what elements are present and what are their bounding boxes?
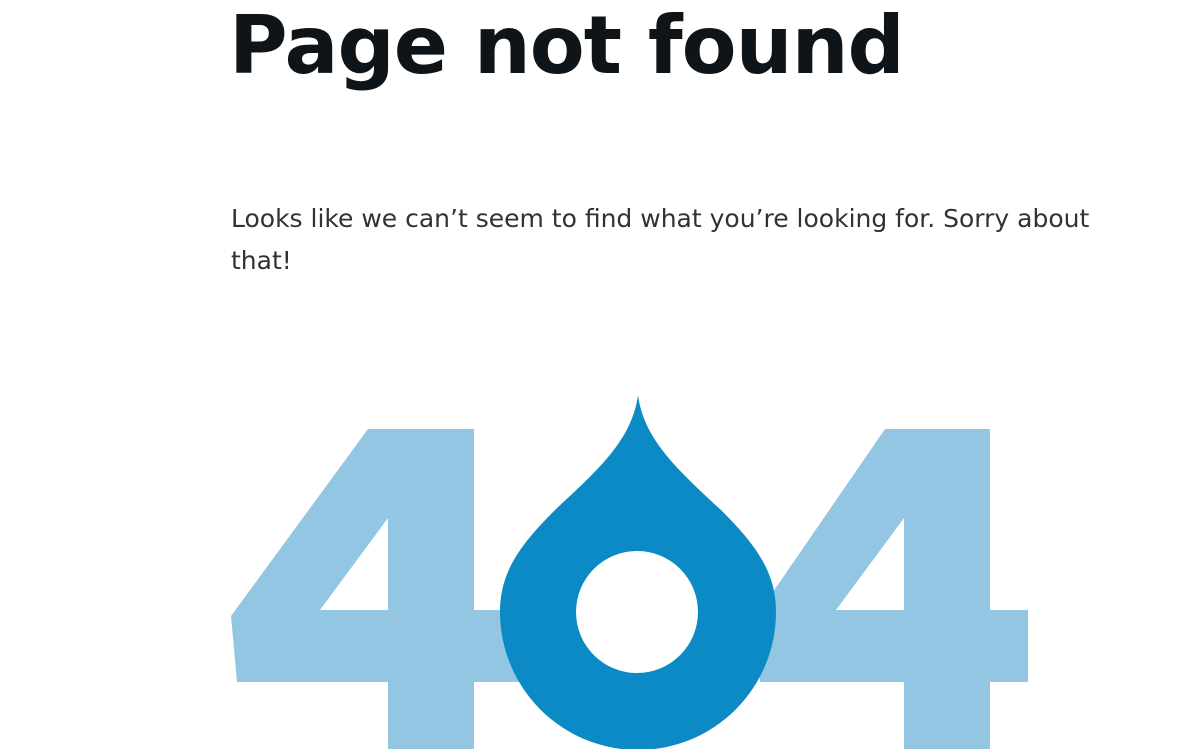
- page-title: Page not found: [229, 0, 905, 92]
- digit-four-left: [231, 429, 525, 749]
- error-page: Page not found Looks like we can’t seem …: [0, 0, 1180, 749]
- error-message: Looks like we can’t seem to find what yo…: [231, 204, 1090, 275]
- digit-four-right: [755, 429, 1028, 749]
- error-404-illustration: [231, 395, 1028, 749]
- drupal-drop-icon: [500, 395, 776, 749]
